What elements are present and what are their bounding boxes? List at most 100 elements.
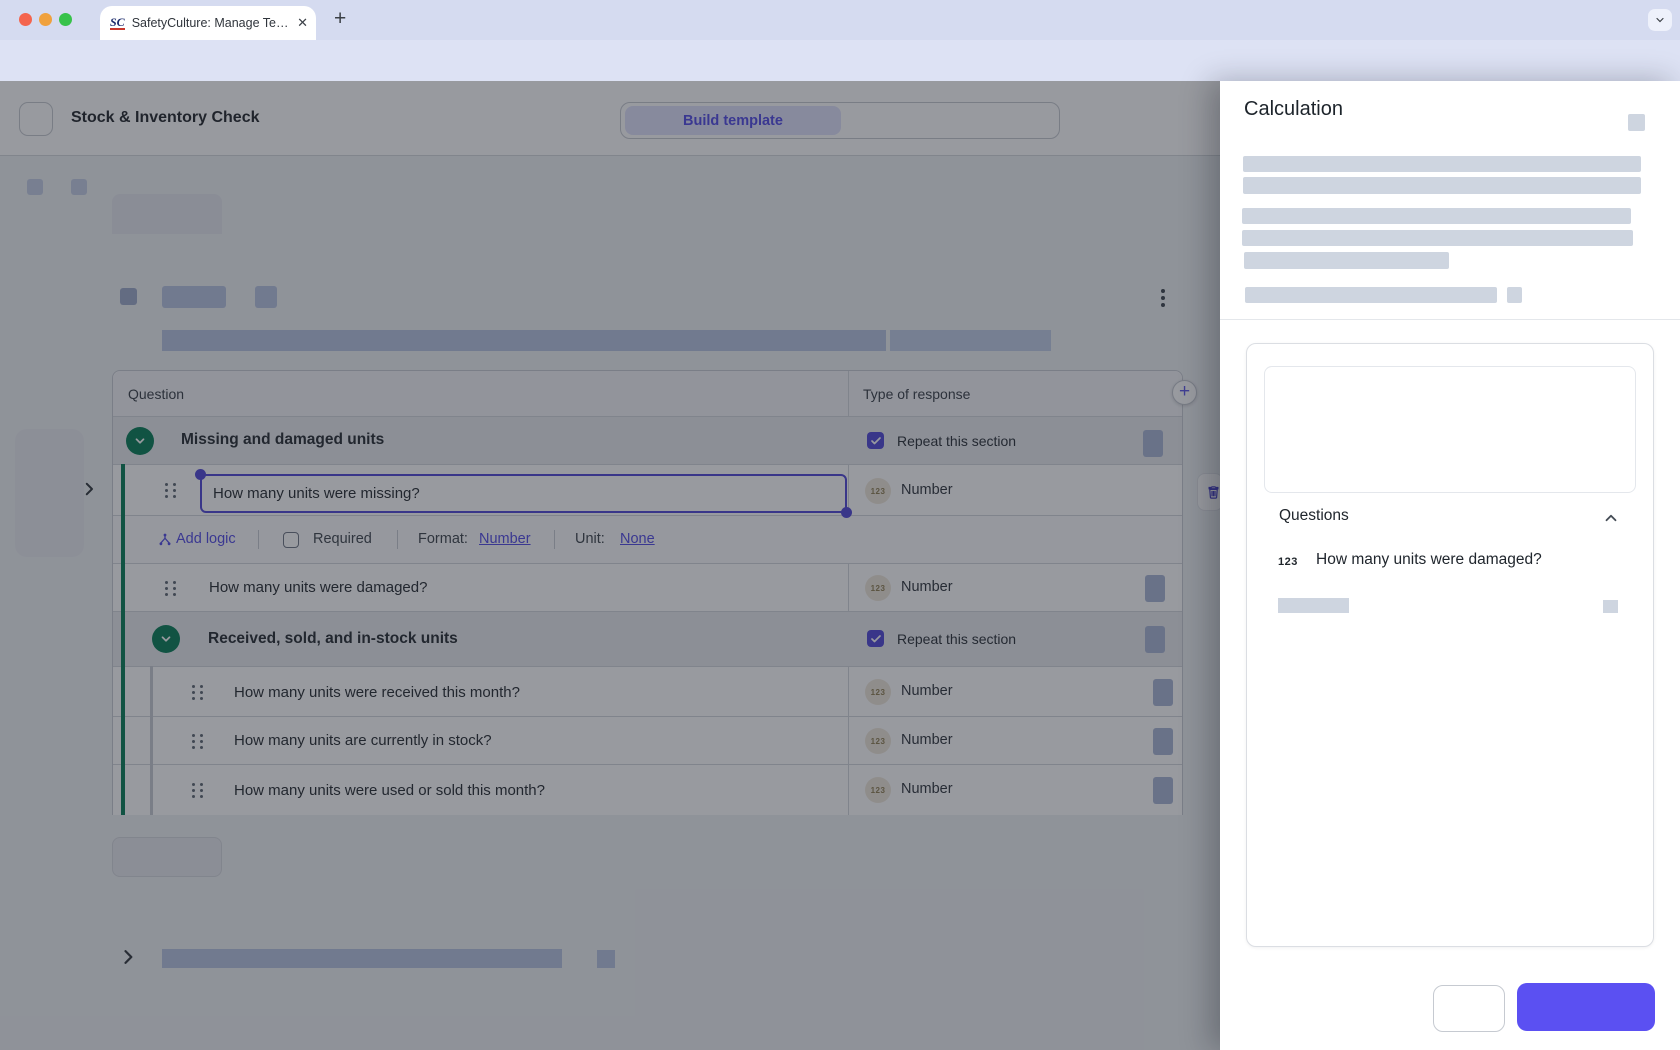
drag-handle-icon[interactable] [165, 575, 177, 601]
drag-handle-icon[interactable] [165, 477, 177, 503]
section-title[interactable]: Missing and damaged units [181, 431, 384, 449]
chevron-down-icon [159, 632, 173, 646]
response-type[interactable]: Number [901, 482, 953, 498]
template-title: Stock & Inventory Check [71, 109, 260, 127]
response-type[interactable]: Number [901, 683, 953, 699]
collapsed-pages-panel[interactable] [15, 429, 84, 557]
repeat-section-checkbox[interactable] [867, 432, 884, 449]
collapse-section-button[interactable] [152, 625, 180, 653]
type-column-header: Type of response [863, 386, 970, 402]
drag-handle-icon[interactable] [192, 679, 204, 705]
cancel-button-skeleton[interactable] [1433, 985, 1505, 1032]
row-action-skeleton [1145, 575, 1165, 602]
required-checkbox[interactable] [283, 532, 299, 548]
question-row-selected[interactable]: 123 Number [113, 465, 1182, 516]
row-action-skeleton [1145, 626, 1165, 653]
drag-handle-icon[interactable] [192, 728, 204, 754]
window-zoom-button[interactable] [59, 13, 72, 26]
panel-text-skeleton [1244, 252, 1449, 269]
selection-handle-start[interactable] [195, 469, 206, 480]
section-indent-guide [121, 464, 125, 815]
question-option-icon-skeleton [1603, 600, 1618, 613]
selection-handle-end[interactable] [841, 507, 852, 518]
number-type-icon: 123 [865, 777, 891, 803]
calculation-panel: Calculation Questions 123 How many units… [1220, 81, 1680, 1050]
options-divider [258, 530, 259, 549]
repeat-section-checkbox[interactable] [867, 630, 884, 647]
tab-close-icon[interactable]: ✕ [297, 15, 308, 31]
section-menu-kebab-icon[interactable] [1158, 288, 1168, 308]
expand-panel-chevron-icon[interactable] [80, 480, 98, 498]
question-text[interactable]: How many units were damaged? [209, 579, 427, 596]
editor-mode-tabs: Build template [620, 102, 1060, 139]
page-tab-skeleton[interactable] [112, 194, 222, 234]
formula-input-area[interactable] [1264, 366, 1636, 493]
check-icon [870, 435, 882, 447]
question-text[interactable]: How many units are currently in stock? [234, 732, 492, 749]
browser-tab-strip: SC SafetyCulture: Manage Teams and… ✕ + [0, 0, 1680, 40]
check-icon [870, 633, 882, 645]
breadcrumb-skeleton-1 [27, 179, 43, 195]
chevron-down-icon [1654, 14, 1666, 26]
format-value-link[interactable]: Number [479, 531, 531, 547]
response-type[interactable]: Number [901, 732, 953, 748]
question-text[interactable]: How many units were received this month? [234, 684, 520, 701]
panel-text-skeleton [1242, 230, 1633, 246]
row-action-skeleton [1153, 777, 1173, 804]
section-row[interactable]: Received, sold, and in-stock units Repea… [113, 612, 1182, 667]
column-divider [848, 717, 849, 764]
section-row[interactable]: Missing and damaged units Repeat this se… [113, 417, 1182, 465]
panel-close-skeleton[interactable] [1628, 114, 1645, 131]
nested-indent-guide [150, 666, 153, 815]
add-item-button-skeleton[interactable] [112, 837, 222, 877]
delete-question-button[interactable] [1197, 473, 1220, 511]
question-row[interactable]: How many units were damaged? 123 Number [113, 564, 1182, 612]
question-option-skeleton [1278, 598, 1349, 613]
window-minimize-button[interactable] [39, 13, 52, 26]
question-row[interactable]: How many units were received this month?… [113, 667, 1182, 717]
response-type[interactable]: Number [901, 781, 953, 797]
template-logo-placeholder[interactable] [19, 102, 53, 136]
collapse-section-button[interactable] [126, 427, 154, 455]
number-type-icon: 123 [865, 478, 891, 504]
collapsed-section-chevron-icon[interactable] [118, 947, 138, 967]
panel-icon-skeleton [1507, 287, 1522, 303]
required-label[interactable]: Required [313, 531, 372, 547]
unit-value-link[interactable]: None [620, 531, 655, 547]
drag-handle-icon[interactable] [192, 777, 204, 803]
questions-section-label: Questions [1279, 507, 1349, 525]
toolbar-icon-skeleton [120, 288, 137, 305]
response-type[interactable]: Number [901, 579, 953, 595]
question-options-row: Add logic Required Format: Number Unit: … [113, 516, 1182, 564]
question-text-input[interactable] [200, 474, 847, 513]
chevron-up-icon[interactable] [1602, 509, 1620, 527]
new-tab-button[interactable]: + [334, 7, 346, 31]
row-action-skeleton [1153, 679, 1173, 706]
question-row[interactable]: How many units were used or sold this mo… [113, 765, 1182, 815]
column-divider [848, 667, 849, 716]
column-divider [848, 765, 849, 815]
unit-label: Unit: [575, 531, 605, 547]
question-option[interactable]: How many units were damaged? [1316, 551, 1542, 569]
browser-tab[interactable]: SC SafetyCulture: Manage Teams and… ✕ [100, 6, 316, 40]
chevron-down-icon [133, 434, 147, 448]
tab-build-template[interactable]: Build template [625, 106, 841, 135]
tab-search-button[interactable] [1648, 9, 1672, 31]
section-title[interactable]: Received, sold, and in-stock units [208, 630, 458, 648]
safetyculture-favicon: SC [110, 16, 125, 30]
table-header-row: Question Type of response [113, 371, 1182, 417]
number-type-icon: 123 [865, 679, 891, 705]
collapsed-section-title-skeleton [162, 949, 562, 968]
save-button-skeleton[interactable] [1517, 983, 1655, 1031]
section-title-skeleton-2 [890, 330, 1051, 351]
add-question-button[interactable]: + [1172, 380, 1197, 405]
format-label: Format: [418, 531, 468, 547]
tab-title: SafetyCulture: Manage Teams and… [132, 16, 293, 30]
question-text[interactable]: How many units were used or sold this mo… [234, 782, 545, 799]
panel-text-skeleton [1243, 177, 1641, 194]
add-logic-button[interactable]: Add logic [176, 531, 236, 547]
window-close-button[interactable] [19, 13, 32, 26]
app-header: Stock & Inventory Check Build template [0, 81, 1220, 156]
row-action-skeleton [1153, 728, 1173, 755]
question-row[interactable]: How many units are currently in stock? 1… [113, 717, 1182, 765]
